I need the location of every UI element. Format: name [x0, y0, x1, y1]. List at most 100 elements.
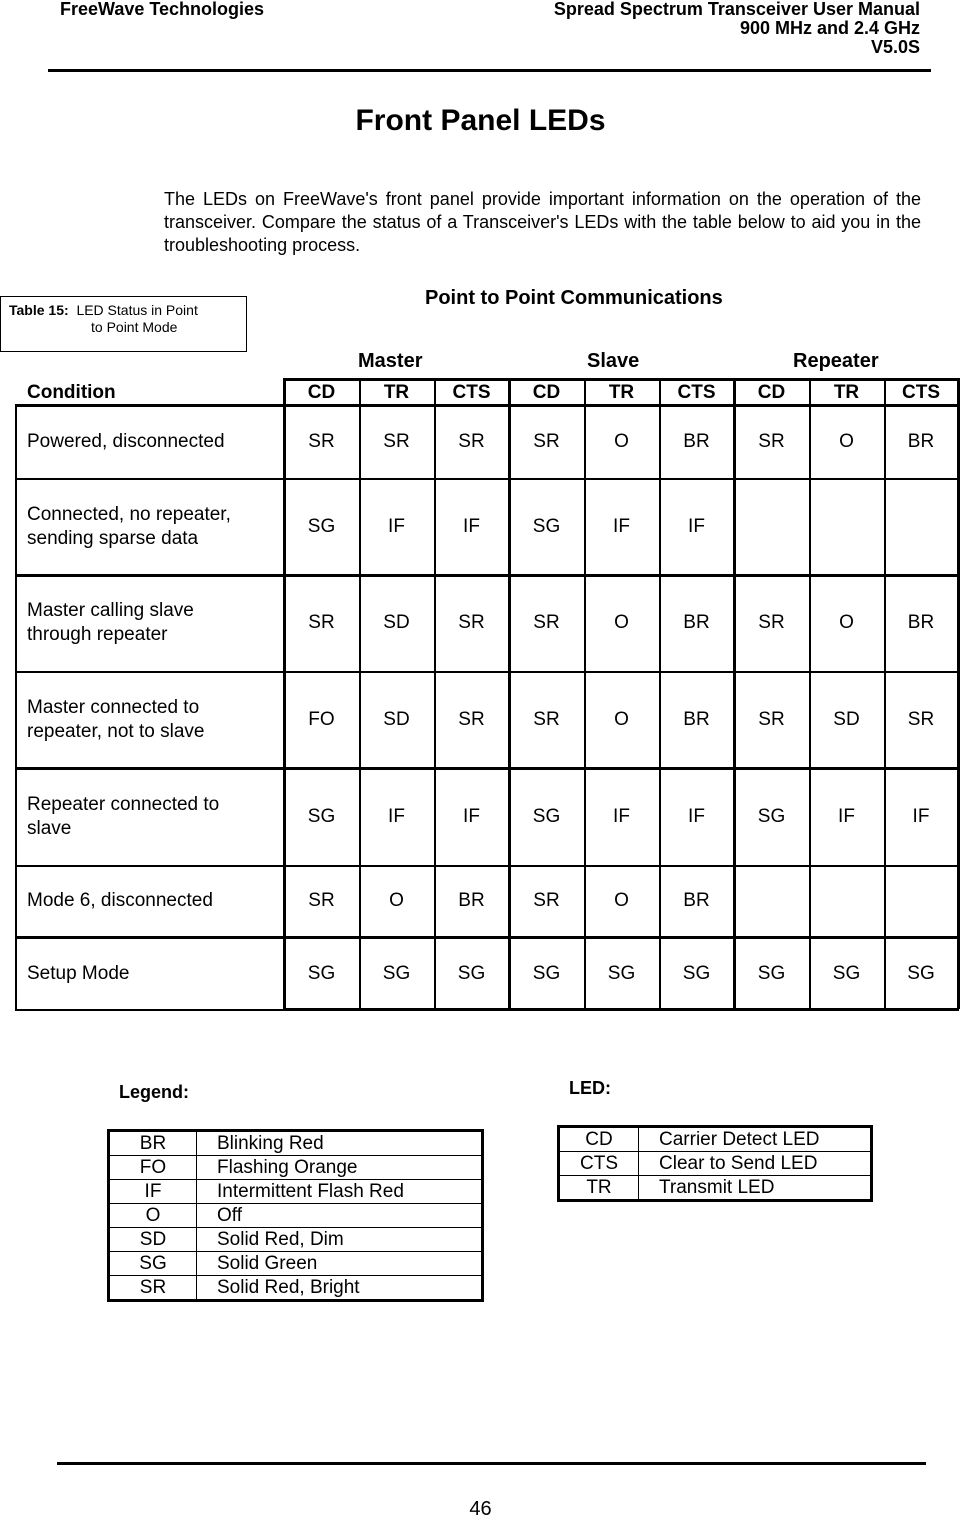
- led-status-cell: IF: [388, 805, 405, 827]
- led-status-cell: O: [839, 612, 854, 633]
- led-status-cell: BR: [907, 612, 935, 633]
- table-caption-number: Table 15:: [9, 302, 69, 318]
- code: IF: [108, 1179, 197, 1204]
- condition-line: through repeater: [27, 624, 168, 645]
- condition-line: Master connected to: [27, 696, 200, 718]
- code: O: [108, 1203, 197, 1228]
- column-divider: [884, 378, 886, 1009]
- led-status-cell: BR: [683, 890, 710, 911]
- meaning: Solid Green: [196, 1251, 483, 1276]
- header-manual-info: Spread Spectrum Transceiver User Manual …: [554, 0, 920, 57]
- column-divider: [809, 378, 811, 1009]
- condition-line: Master calling slave: [27, 600, 194, 621]
- condition-line: slave: [27, 817, 72, 839]
- led-status-cell: SR: [758, 612, 785, 633]
- led-status-cell: BR: [458, 890, 485, 911]
- table-border-bottom: [283, 1008, 959, 1011]
- column-header-tr: TR: [383, 381, 410, 403]
- group-divider: [957, 378, 960, 1009]
- led-status-cell: IF: [688, 805, 705, 827]
- led-status-cell: [884, 478, 958, 575]
- led-status-cell: SR: [533, 890, 560, 911]
- header-frequency: 900 MHz and 2.4 GHz: [739, 18, 920, 38]
- table-border-top: [283, 378, 959, 381]
- led-status-cell: SG: [757, 805, 786, 827]
- led-status-cell: SR: [533, 708, 560, 730]
- led-status-cell: SR: [533, 430, 560, 452]
- header-company: FreeWave Technologies: [60, 0, 265, 19]
- group-divider: [733, 378, 736, 1009]
- legend-row: IF Intermittent Flash Red: [108, 1179, 483, 1204]
- led-status-cell: SG: [532, 515, 561, 537]
- page-number: 46: [469, 1498, 492, 1520]
- table-caption-line2: to Point Mode: [91, 319, 178, 335]
- code: SD: [108, 1227, 197, 1252]
- condition-line: repeater, not to slave: [27, 720, 205, 742]
- meaning: Solid Red, Dim: [196, 1227, 483, 1252]
- led-status-cell: SR: [383, 430, 410, 452]
- table-caption: Table 15: LED Status in Point to Point M…: [0, 296, 247, 352]
- code: TR: [558, 1175, 639, 1201]
- row-divider: [15, 478, 959, 480]
- meaning: Clear to Send LED: [638, 1151, 872, 1176]
- condition-border-bottom: [15, 1009, 284, 1011]
- meaning: Solid Red, Bright: [196, 1275, 483, 1301]
- header-divider: [48, 69, 931, 72]
- condition-line: Repeater connected to: [27, 793, 220, 815]
- meaning: Flashing Orange: [196, 1155, 483, 1180]
- legend-row: FO Flashing Orange: [108, 1155, 483, 1180]
- header-manual-title: Spread Spectrum Transceiver User Manual: [553, 0, 920, 19]
- column-divider: [434, 378, 436, 1009]
- led-key-label: LED:: [569, 1078, 611, 1098]
- led-status-cell: IF: [912, 805, 930, 827]
- condition-cell: Repeater connected to slave: [15, 768, 284, 865]
- condition-text: Connected, no repeater, sending sparse da…: [27, 503, 231, 551]
- column-header-cd: CD: [532, 381, 561, 403]
- led-status-cell: IF: [838, 805, 855, 827]
- column-divider: [359, 378, 361, 1009]
- column-header-tr: TR: [833, 381, 860, 403]
- condition-text: Master connected to repeater, not to slav…: [27, 696, 204, 744]
- led-status-cell: [809, 478, 884, 575]
- table-title: Point to Point Communications: [425, 287, 723, 309]
- row-divider: [15, 865, 959, 867]
- led-status-cell: SG: [907, 962, 935, 984]
- led-status-cell: SR: [308, 890, 335, 911]
- led-status-cell: SR: [308, 430, 335, 452]
- condition-cell: Master calling slave through repeater: [15, 575, 284, 671]
- led-status-cell: SG: [457, 962, 486, 984]
- group-divider: [508, 378, 511, 1009]
- row-divider: [15, 767, 959, 770]
- group-header-slave: Slave: [587, 350, 640, 372]
- column-header-cts: CTS: [677, 381, 716, 403]
- column-divider: [584, 378, 586, 1009]
- led-key-table: CD Carrier Detect LED CTS Clear to Send LED…: [557, 1125, 873, 1202]
- group-header-repeater: Repeater: [793, 350, 879, 372]
- condition-text: Powered, disconnected: [27, 430, 225, 454]
- led-key-row: CTS Clear to Send LED: [558, 1151, 872, 1176]
- led-key-row: CD Carrier Detect LED: [558, 1126, 872, 1152]
- led-status-cell: SG: [607, 962, 636, 984]
- intro-paragraph: The LEDs on FreeWave's front panel provi…: [164, 189, 921, 255]
- led-status-cell: SG: [682, 962, 711, 984]
- legend-row: SR Solid Red, Bright: [108, 1275, 483, 1301]
- condition-cell: Setup Mode: [15, 937, 284, 1010]
- condition-text: Master calling slave through repeater: [27, 599, 194, 647]
- led-status-cell: BR: [683, 612, 710, 633]
- led-status-cell: IF: [463, 805, 480, 827]
- led-key-row: TR Transmit LED: [558, 1175, 872, 1201]
- led-status-cell: SR: [758, 708, 785, 730]
- row-divider: [15, 404, 959, 407]
- led-status-cell: O: [614, 890, 629, 911]
- row-divider: [15, 574, 959, 577]
- legend-row: SD Solid Red, Dim: [108, 1227, 483, 1252]
- group-divider: [283, 378, 286, 1009]
- led-status-cell: IF: [613, 515, 630, 537]
- header-version: V5.0S: [870, 37, 920, 57]
- led-status-cell: BR: [907, 430, 935, 452]
- legend-table: BR Blinking Red FO Flashing Orange IF Intermi…: [107, 1129, 484, 1302]
- meaning: Intermittent Flash Red: [196, 1179, 483, 1204]
- column-divider: [659, 378, 661, 1009]
- group-header-master: Master: [358, 350, 423, 372]
- led-status-cell: O: [614, 612, 629, 633]
